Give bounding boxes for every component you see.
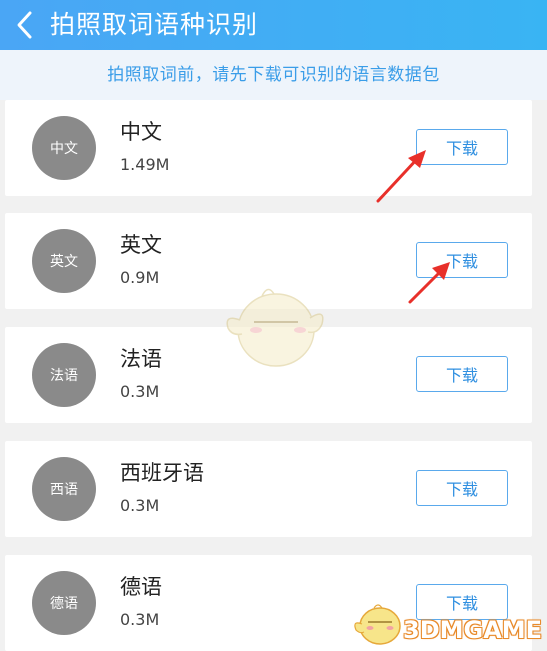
language-size: 0.3M <box>120 382 160 401</box>
download-button[interactable]: 下载 <box>416 356 508 392</box>
language-name: 中文 <box>120 120 162 144</box>
back-button[interactable] <box>6 4 42 46</box>
watermark-text: 3DMGAME <box>403 616 543 644</box>
language-name: 英文 <box>120 233 162 257</box>
list-item-spanish: 西语 西班牙语 0.3M 下载 <box>5 441 532 537</box>
list-item-chinese: 中文 中文 1.49M 下载 <box>5 100 532 196</box>
page-title: 拍照取词语种识别 <box>50 10 259 39</box>
download-button[interactable]: 下载 <box>416 470 508 506</box>
language-avatar: 中文 <box>32 116 96 180</box>
download-notice: 拍照取词前，请先下载可识别的语言数据包 <box>0 50 547 100</box>
language-avatar: 西语 <box>32 457 96 521</box>
back-arrow-icon <box>17 11 32 39</box>
mascot-icon <box>226 288 324 367</box>
language-avatar: 英文 <box>32 229 96 293</box>
language-name: 德语 <box>120 575 162 599</box>
language-size: 0.3M <box>120 496 160 515</box>
language-size: 1.49M <box>120 155 170 174</box>
title-bar: 拍照取词语种识别 <box>0 0 547 50</box>
download-button[interactable]: 下载 <box>416 242 508 278</box>
language-avatar: 法语 <box>32 343 96 407</box>
language-size: 0.9M <box>120 268 160 287</box>
download-button[interactable]: 下载 <box>416 129 508 165</box>
language-name: 法语 <box>120 347 162 371</box>
language-name: 西班牙语 <box>120 461 204 485</box>
language-size: 0.3M <box>120 610 160 629</box>
language-avatar: 德语 <box>32 571 96 635</box>
